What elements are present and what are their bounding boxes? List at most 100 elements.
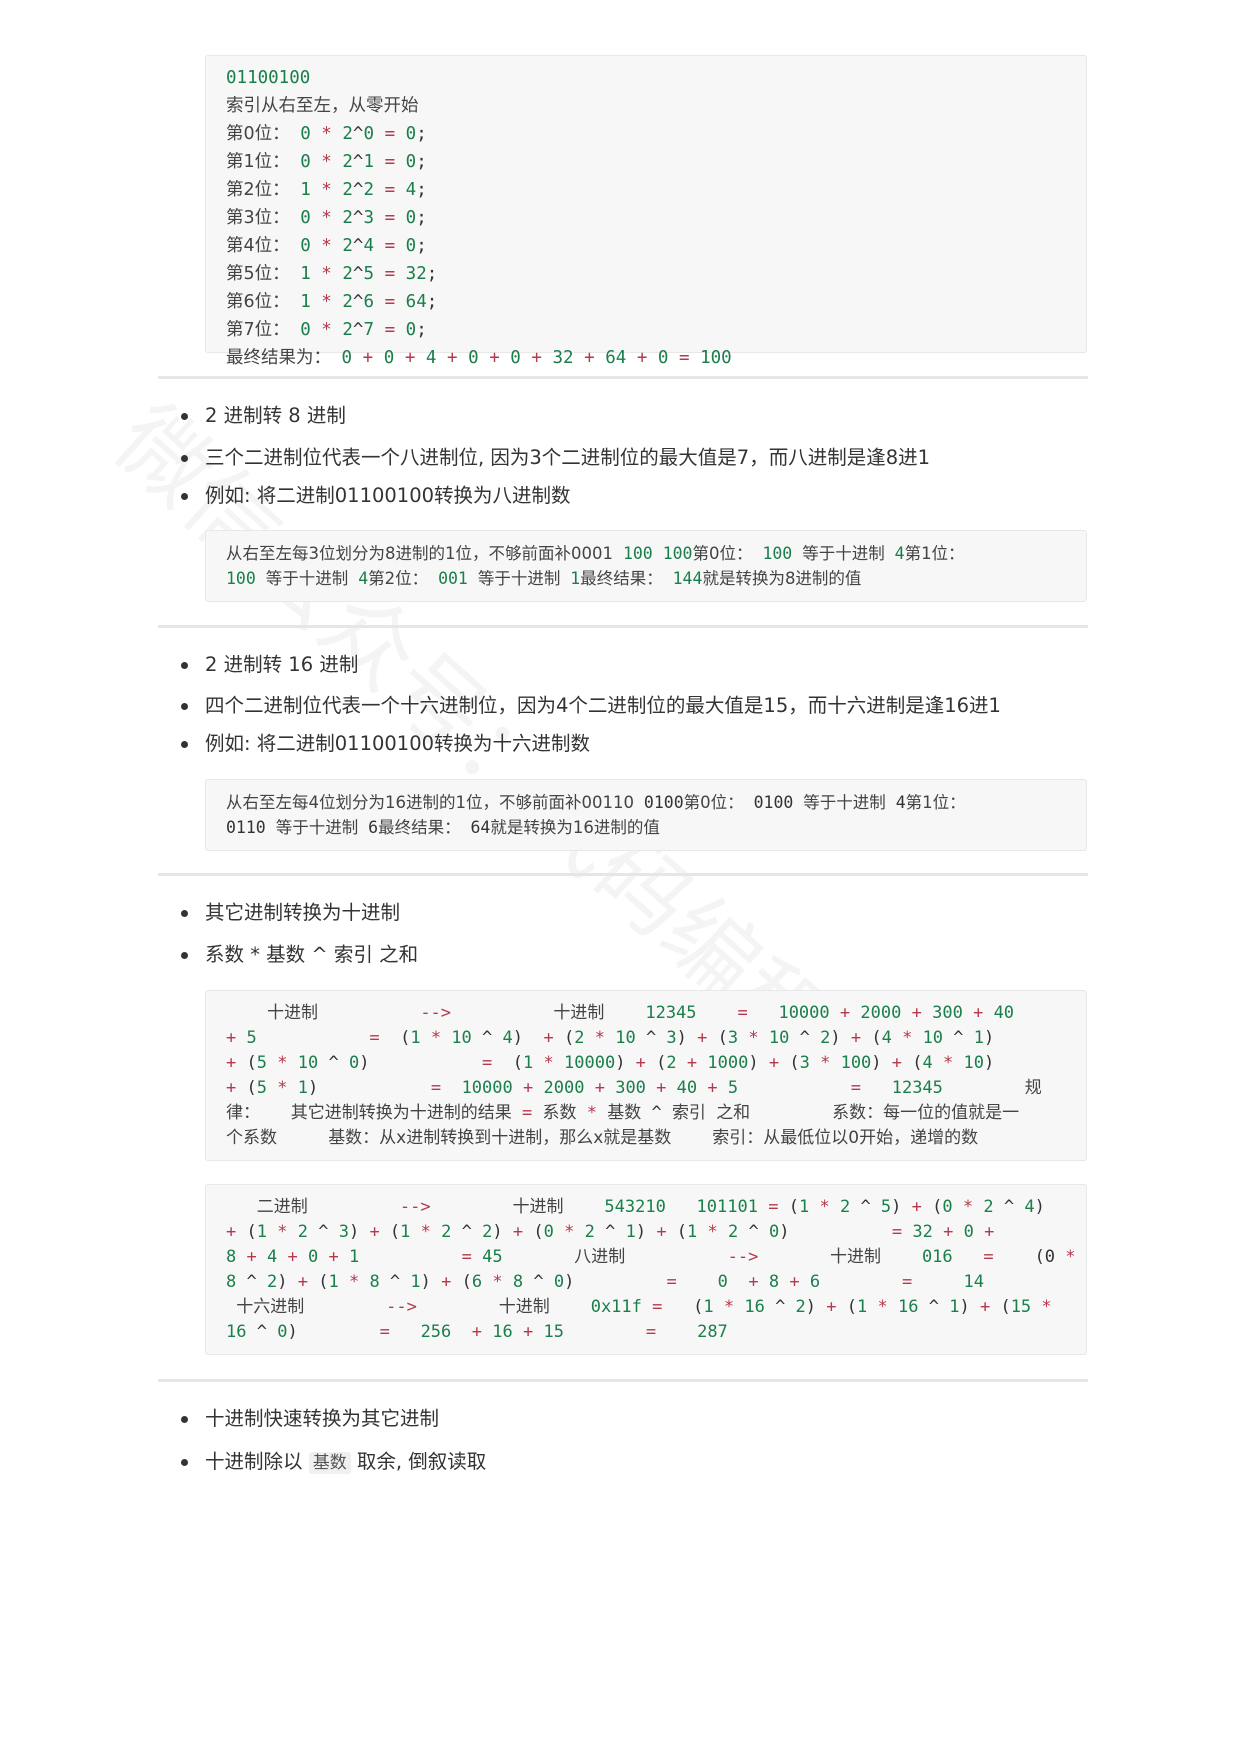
code-token: ^ (352, 208, 364, 228)
code-token: ^ (523, 1272, 554, 1292)
code-token: 100 (700, 348, 732, 368)
code-line: 索引从右至左，从零开始 (226, 92, 1066, 120)
code-token: 3 (666, 1028, 677, 1048)
code-token: 10 (615, 1028, 636, 1048)
code-token: 0 (348, 1053, 360, 1073)
code-token: 10000 (778, 1003, 830, 1023)
code-token: 10 (297, 1053, 319, 1073)
code-token: + (512, 1222, 524, 1242)
code-token: = (679, 348, 690, 368)
code-block-hex-example: 从右至左每4位划分为16进制的1位，不够前面补00110 0100第0位： 01… (205, 779, 1087, 851)
code-token: ^ (352, 264, 364, 284)
code-token: ( (492, 1053, 523, 1073)
code-token: + (447, 348, 458, 368)
code-token: 2000 (543, 1078, 585, 1098)
code-token: * (723, 1297, 735, 1317)
code-token: 0 (405, 208, 417, 228)
code-token: = (737, 1003, 748, 1023)
code-token: 0110 (226, 818, 266, 837)
code-token: 100 (622, 544, 653, 563)
code-token: 1 (798, 1197, 810, 1217)
code-token: 0 (277, 1322, 288, 1342)
code-token: 2 (342, 180, 353, 200)
code-token: 2 (342, 236, 353, 256)
code-token: 5 (256, 1078, 267, 1098)
code-token: = (369, 1028, 380, 1048)
code-token: 543210 (604, 1197, 666, 1217)
code-token: 4 (502, 1028, 513, 1048)
divider (158, 376, 1088, 379)
code-token: 0 (341, 348, 353, 368)
code-token: + (984, 1222, 995, 1242)
code-token: ) (277, 1272, 298, 1292)
code-token: ^ (641, 1103, 672, 1123)
code-token: 第1位： (226, 152, 290, 172)
code-line: 十进制 --> 十进制 12345 = 10000 + 2000 + 300 +… (226, 1001, 1066, 1026)
code-token: 4 (425, 348, 437, 368)
code-token: ) (615, 1053, 636, 1073)
code-token: 001 (438, 569, 468, 588)
code-token: 40 (993, 1003, 1015, 1023)
code-token: + (404, 348, 416, 368)
code-token: + (891, 1053, 903, 1073)
code-token: = (482, 1053, 493, 1073)
code-token: 6 (809, 1272, 821, 1292)
code-token: ^ (451, 1222, 483, 1242)
code-token: ) (348, 1222, 370, 1242)
code-token: * (877, 1297, 888, 1317)
code-token: ) (676, 1028, 698, 1048)
code-token: 2 (482, 1222, 493, 1242)
code-token: 40 (676, 1078, 698, 1098)
code-token: 256 (420, 1322, 452, 1342)
bullet-hex-example: 例如: 将二进制01100100转换为十六进制数 (180, 730, 590, 758)
code-token: ^ (738, 1222, 770, 1242)
code-token: ^ (635, 1028, 667, 1048)
code-token: 0 (405, 152, 417, 172)
code-token: 第1位： (904, 544, 965, 563)
code-token: 144 (672, 569, 703, 588)
code-token: * (321, 320, 332, 340)
code-token: ) (287, 1322, 298, 1342)
code-token: 6 (368, 818, 379, 837)
code-line: 第6位： 1 * 2^6 = 64; (226, 288, 1066, 316)
code-token: ^ (918, 1297, 950, 1317)
code-token: 最终结果： (378, 818, 461, 837)
code-token: ) (959, 1297, 980, 1317)
code-token: 0 (717, 1272, 728, 1292)
code-token: + (226, 1053, 237, 1073)
code-token: * (321, 208, 332, 228)
code-token: 2 (820, 1028, 831, 1048)
code-token: 0 (405, 236, 417, 256)
code-token: 0 (300, 320, 311, 340)
code-token: 3 (363, 208, 375, 228)
code-token: ) (805, 1297, 827, 1317)
code-token: 2 (342, 124, 353, 144)
code-token: 4 (1024, 1197, 1035, 1217)
